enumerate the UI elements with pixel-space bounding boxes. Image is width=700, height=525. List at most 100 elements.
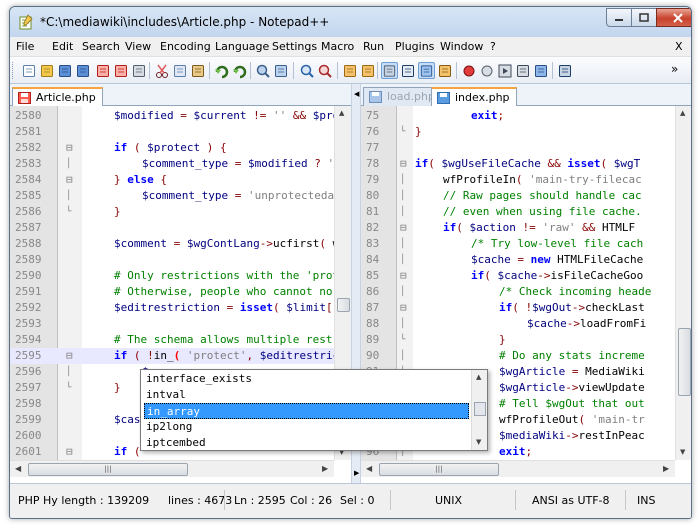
close-button[interactable] bbox=[94, 62, 111, 79]
code-line[interactable]: 2582 ⊟ if ( $protect ) { bbox=[10, 140, 351, 156]
copy-button[interactable] bbox=[171, 62, 188, 79]
scroll-thumb-horizontal[interactable]: ||| bbox=[379, 463, 499, 476]
toolbar-grip[interactable] bbox=[12, 62, 15, 79]
save-macro-button[interactable] bbox=[532, 62, 549, 79]
code-line[interactable]: 2586 └} bbox=[10, 204, 351, 220]
sync-horizontal-button[interactable] bbox=[359, 62, 376, 79]
status-encoding[interactable]: ANSI as UTF-8 bbox=[532, 494, 610, 507]
scroll-thumb[interactable] bbox=[678, 328, 691, 396]
code-line[interactable]: 75 exit; bbox=[361, 108, 691, 124]
code-line[interactable]: 88 │ $cache->loadFromFi bbox=[361, 316, 691, 332]
tab-index-php[interactable]: index.php bbox=[431, 87, 517, 106]
vertical-scrollbar-right[interactable]: ▲ ▼ bbox=[675, 106, 691, 460]
menu-file[interactable]: File bbox=[16, 40, 34, 53]
fold-toggle-icon[interactable]: ⊟ bbox=[400, 220, 407, 236]
menu-close-document[interactable]: X bbox=[675, 40, 683, 53]
splitter-arrow-right-icon[interactable]: ▶ bbox=[354, 469, 359, 477]
paste-button[interactable] bbox=[189, 62, 206, 79]
code-line[interactable]: 90 │ # Do any stats increme bbox=[361, 348, 691, 364]
code-line[interactable]: 2589 bbox=[10, 252, 351, 268]
code-line[interactable]: 2583 │ $comment_type = $modified ? 'm bbox=[10, 156, 351, 172]
new-file-button[interactable] bbox=[20, 62, 37, 79]
fold-toggle-icon[interactable]: ⊟ bbox=[400, 268, 407, 284]
status-insert-mode[interactable]: INS bbox=[637, 494, 655, 507]
close-all-button[interactable] bbox=[112, 62, 129, 79]
user-lang-button[interactable] bbox=[436, 62, 453, 79]
scroll-right-icon[interactable]: ▶ bbox=[663, 464, 669, 473]
scroll-thumb-horizontal[interactable]: ||| bbox=[28, 463, 188, 476]
autocomplete-item[interactable]: in_array bbox=[144, 403, 469, 419]
zoom-in-button[interactable] bbox=[298, 62, 315, 79]
tab-article-php[interactable]: Article.php bbox=[12, 87, 103, 106]
code-line[interactable]: 2588 $comment = $wgContLang->ucfirst( w bbox=[10, 236, 351, 252]
code-line[interactable]: 86 │ /* Check incoming heade bbox=[361, 284, 691, 300]
fold-toggle-icon[interactable]: ⊟ bbox=[66, 444, 73, 460]
code-line[interactable]: 79 │ wfProfileIn( 'main-try-filecac bbox=[361, 172, 691, 188]
menu-plugins[interactable]: Plugins bbox=[395, 40, 434, 53]
code-line[interactable]: 85 ⊟ if( $cache->isFileCacheGoo bbox=[361, 268, 691, 284]
code-line[interactable]: 87 ⊟ if( !$wgOut->checkLast bbox=[361, 300, 691, 316]
menu-view[interactable]: View bbox=[125, 40, 151, 53]
code-line[interactable]: 83 │ /* Try low-level file cach bbox=[361, 236, 691, 252]
scroll-thumb[interactable] bbox=[474, 402, 486, 416]
fold-toggle-icon[interactable]: ⊟ bbox=[400, 300, 407, 316]
code-line[interactable]: 2591 # Otherwise, people who cannot nor bbox=[10, 284, 351, 300]
menu-settings[interactable]: Settings bbox=[272, 40, 317, 53]
menu-help[interactable]: ? bbox=[490, 40, 496, 53]
scroll-down-icon[interactable]: ▼ bbox=[476, 438, 481, 446]
horizontal-scrollbar-left[interactable]: ◀ ||| ▶ bbox=[10, 460, 334, 477]
close-window-button[interactable] bbox=[656, 8, 691, 27]
code-line[interactable]: 2585 │ $comment_type = 'unprotectedar bbox=[10, 188, 351, 204]
play-macro-button[interactable] bbox=[496, 62, 513, 79]
fold-toggle-icon[interactable]: ⊟ bbox=[66, 140, 73, 156]
menu-encoding[interactable]: Encoding bbox=[160, 40, 211, 53]
fold-toggle-icon[interactable]: ⊟ bbox=[400, 156, 407, 172]
code-line[interactable]: 80 │ // Raw pages should handle cac bbox=[361, 188, 691, 204]
code-line[interactable]: 2593 bbox=[10, 316, 351, 332]
sync-vertical-button[interactable] bbox=[341, 62, 358, 79]
scroll-left-icon[interactable]: ◀ bbox=[15, 464, 21, 473]
scroll-up-icon[interactable]: ▲ bbox=[476, 373, 481, 381]
code-line[interactable]: 89 └} bbox=[361, 332, 691, 348]
code-line[interactable]: 2595 ⊟ if ( !in_( 'protect', $editrestrict bbox=[10, 348, 351, 364]
code-line[interactable]: 2594 # The schema allows multiple restr bbox=[10, 332, 351, 348]
word-wrap-button[interactable] bbox=[381, 62, 398, 79]
indent-guide-button[interactable] bbox=[418, 62, 435, 79]
title-bar[interactable]: *C:\mediawiki\includes\Article.php - Not… bbox=[10, 7, 691, 37]
toolbar-overflow-chevron[interactable]: » bbox=[671, 62, 678, 76]
code-line[interactable]: 84 │ $cache = new HTMLFileCache bbox=[361, 252, 691, 268]
autocomplete-popup[interactable]: ▲ ▼ interface_exists intval in_array ip2lon… bbox=[140, 369, 488, 451]
save-button[interactable] bbox=[56, 62, 73, 79]
menu-window[interactable]: Window bbox=[440, 40, 483, 53]
open-file-button[interactable] bbox=[38, 62, 55, 79]
code-line[interactable]: 2590 # Only restrictions with the 'prot bbox=[10, 268, 351, 284]
menu-macro[interactable]: Macro bbox=[321, 40, 354, 53]
fold-toggle-icon[interactable]: ⊟ bbox=[66, 172, 73, 188]
code-line[interactable]: 2584 ⊟} else { bbox=[10, 172, 351, 188]
show-all-chars-button[interactable] bbox=[399, 62, 416, 79]
record-macro-button[interactable] bbox=[460, 62, 477, 79]
autocomplete-scrollbar[interactable]: ▲ ▼ bbox=[471, 370, 487, 450]
splitter-arrow-left-icon[interactable]: ◀ bbox=[354, 90, 359, 98]
code-line[interactable]: 2580 $modified = $current != '' && $pro bbox=[10, 108, 351, 124]
function-list-button[interactable] bbox=[556, 62, 573, 79]
scroll-right-icon[interactable]: ▶ bbox=[322, 464, 328, 473]
run-macro-multiple-button[interactable] bbox=[514, 62, 531, 79]
scroll-down-icon[interactable]: ▼ bbox=[680, 448, 685, 456]
autocomplete-item[interactable]: interface_exists bbox=[144, 371, 469, 387]
minimize-button[interactable] bbox=[606, 8, 632, 27]
scroll-thumb[interactable] bbox=[337, 298, 350, 312]
scroll-up-icon[interactable]: ▲ bbox=[680, 109, 685, 117]
find-button[interactable] bbox=[254, 62, 271, 79]
undo-button[interactable] bbox=[213, 62, 230, 79]
cut-button[interactable] bbox=[153, 62, 170, 79]
code-line[interactable]: 78 ⊟ if( $wgUseFileCache && isset( $wgT bbox=[361, 156, 691, 172]
code-line[interactable]: 81 │ // even when using file cache. bbox=[361, 204, 691, 220]
code-line[interactable]: 2592 $editrestriction = isset( $limit[' bbox=[10, 300, 351, 316]
scroll-up-icon[interactable]: ▲ bbox=[339, 109, 344, 117]
autocomplete-item[interactable]: iptcembed bbox=[144, 435, 469, 451]
fold-toggle-icon[interactable]: ⊟ bbox=[66, 348, 73, 364]
horizontal-scrollbar-right[interactable]: ◀ ||| ▶ bbox=[361, 460, 675, 477]
code-line[interactable]: 2587 bbox=[10, 220, 351, 236]
maximize-button[interactable] bbox=[631, 8, 657, 27]
